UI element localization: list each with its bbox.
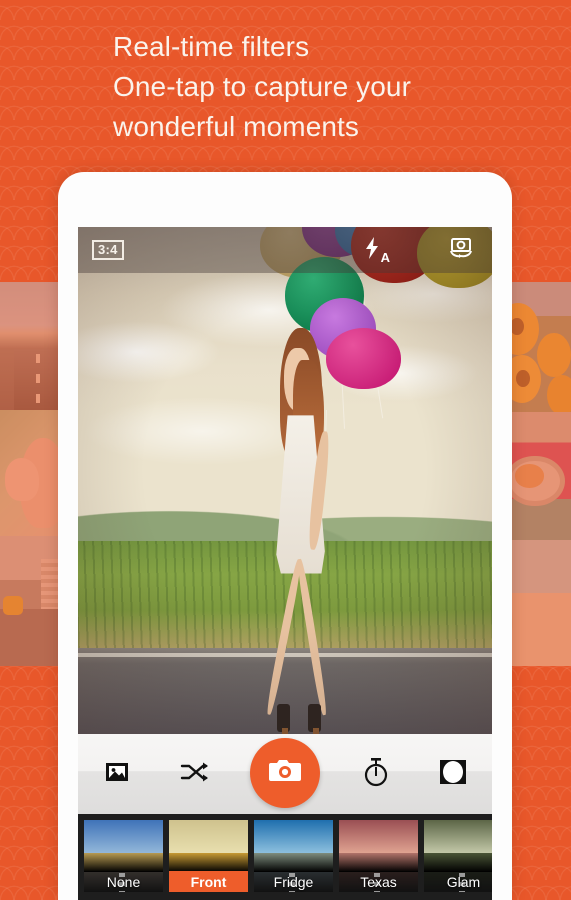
vignette-circle-icon	[438, 758, 468, 791]
gallery-button[interactable]	[95, 752, 139, 796]
scene-vignette	[78, 227, 492, 734]
filter-label: Texas	[339, 871, 418, 892]
filter-strip[interactable]: None Front Fridge Texas Glam	[78, 814, 492, 900]
flash-mode-label: A	[380, 249, 390, 265]
shutter-button[interactable]	[249, 738, 320, 808]
headline: Real-time filters One-tap to capture you…	[113, 27, 533, 147]
filter-label: Fridge	[254, 871, 333, 892]
blur-button[interactable]	[431, 752, 475, 796]
filter-item[interactable]: Fridge	[254, 820, 333, 892]
filter-label: Front	[169, 871, 248, 892]
gallery-picture-icon	[103, 758, 131, 791]
camera-icon	[267, 757, 303, 790]
stopwatch-timer-icon	[362, 757, 390, 792]
camera-toolbar	[78, 734, 492, 814]
headline-line-3: wonderful moments	[113, 111, 360, 142]
filter-item[interactable]: None	[84, 820, 163, 892]
flash-bolt-icon	[364, 236, 380, 264]
filter-label: Glam	[424, 871, 492, 892]
timer-button[interactable]	[354, 752, 398, 796]
camera-viewfinder[interactable]: 3:4 A	[78, 227, 492, 734]
phone-mockup: 3:4 A None Front Fridge Texas Glam	[58, 172, 512, 900]
shuffle-button[interactable]	[172, 752, 216, 796]
switch-camera-button[interactable]	[446, 236, 476, 265]
phone-screen: 3:4 A None Front Fridge Texas Glam	[78, 227, 492, 900]
shuffle-icon	[179, 759, 209, 790]
headline-line-1: Real-time filters	[113, 31, 310, 62]
filter-item[interactable]: Front	[169, 820, 248, 892]
filter-item[interactable]: Glam	[424, 820, 492, 892]
filter-label: None	[84, 871, 163, 892]
aspect-ratio-badge[interactable]: 3:4	[92, 239, 124, 261]
camera-top-bar: 3:4 A	[78, 227, 492, 273]
filter-item[interactable]: Texas	[339, 820, 418, 892]
flash-mode-button[interactable]: A	[364, 236, 390, 265]
headline-line-2: One-tap to capture your	[113, 71, 412, 102]
